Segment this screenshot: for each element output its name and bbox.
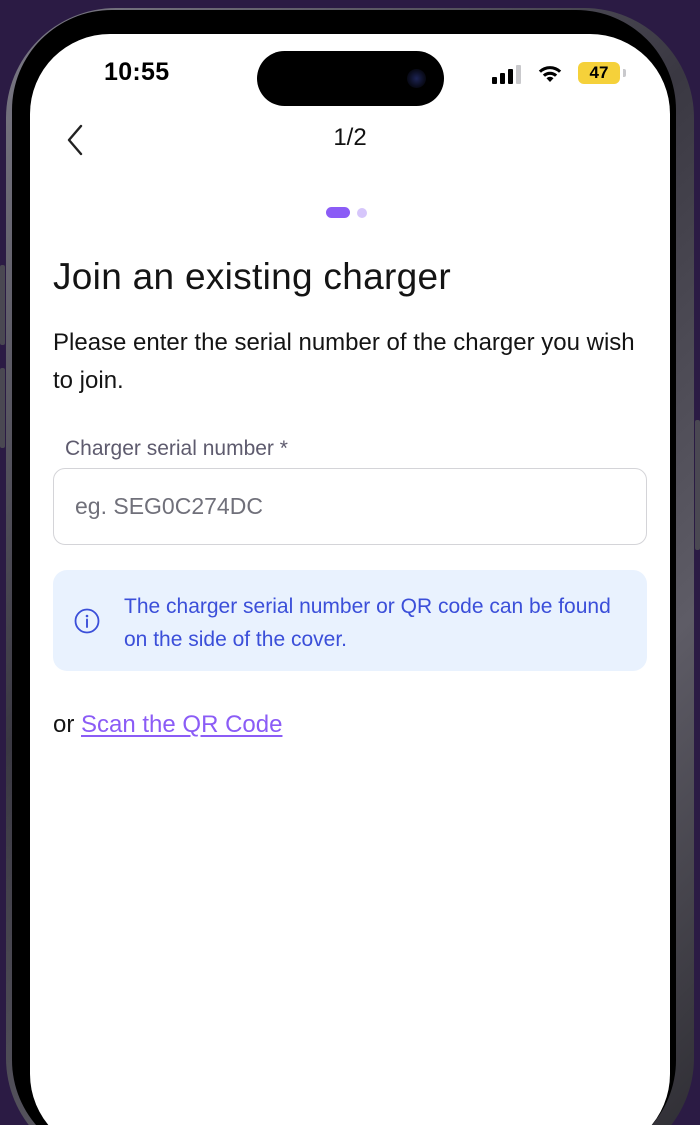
- side-button: [695, 420, 700, 550]
- step-dot-inactive: [357, 207, 367, 218]
- front-camera-icon: [407, 69, 426, 88]
- alternative-prefix: or: [53, 711, 82, 738]
- info-circle-icon: [74, 608, 100, 634]
- status-time: 10:55: [104, 58, 170, 86]
- info-text: The charger serial number or QR code can…: [124, 595, 611, 651]
- side-button: [0, 265, 5, 345]
- step-dot-active: [326, 207, 350, 218]
- step-progress-dots: [326, 207, 367, 218]
- cellular-signal-icon: [492, 64, 521, 84]
- app-screen: 10:55 47 1/2 Join an existing charger Pl…: [30, 34, 670, 1125]
- serial-number-input[interactable]: [53, 468, 647, 545]
- side-button: [0, 368, 5, 448]
- info-callout: The charger serial number or QR code can…: [53, 570, 647, 671]
- dynamic-island: [257, 51, 444, 106]
- page-title: Join an existing charger: [53, 256, 451, 297]
- serial-number-label: Charger serial number *: [65, 437, 288, 460]
- alternative-option: or Scan the QR Code: [53, 711, 282, 739]
- intro-text: Please enter the serial number of the ch…: [53, 329, 635, 394]
- step-indicator-text: 1/2: [333, 124, 367, 151]
- battery-icon: 47: [578, 62, 620, 84]
- scan-qr-code-link[interactable]: Scan the QR Code: [81, 711, 282, 738]
- wifi-icon: [538, 66, 562, 82]
- battery-nub: [623, 69, 626, 77]
